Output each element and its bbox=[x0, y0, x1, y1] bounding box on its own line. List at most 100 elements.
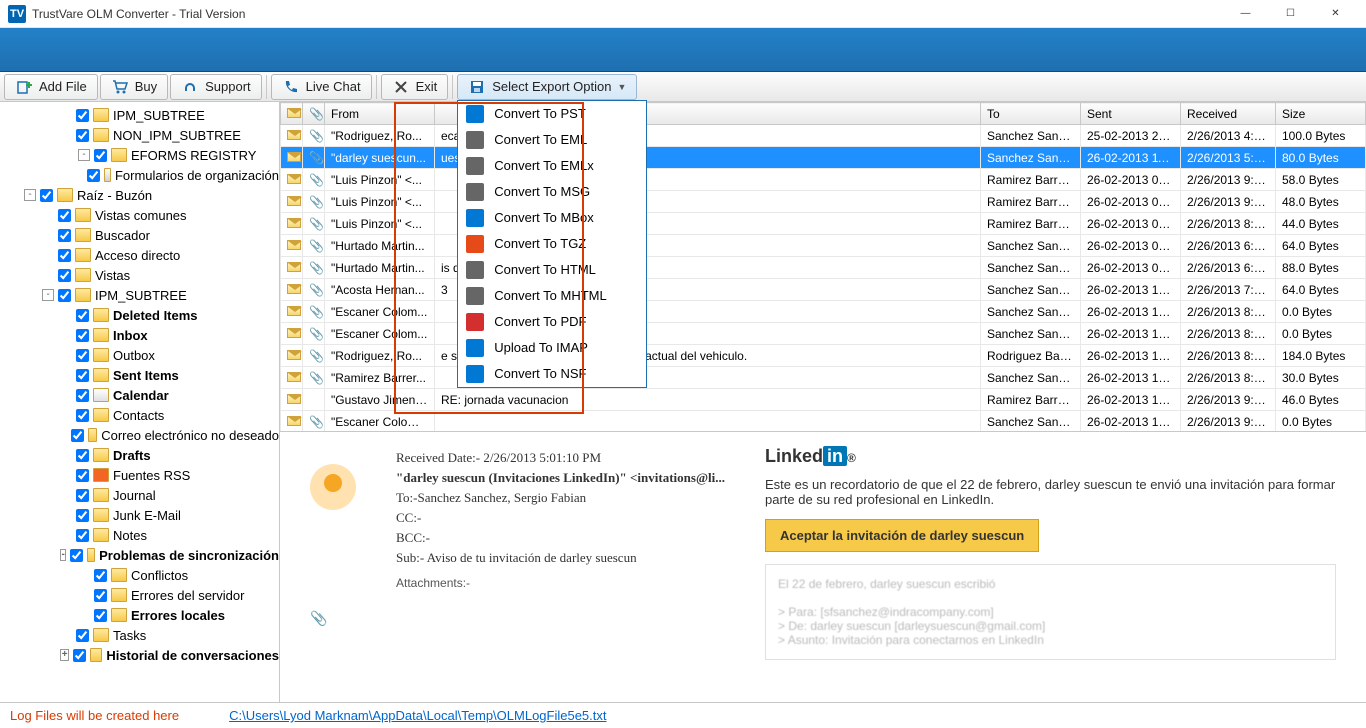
table-row[interactable]: 📎"Rodriguez, Ro...e seguro de responsabi… bbox=[281, 345, 1366, 367]
tree-node[interactable]: Inbox bbox=[6, 325, 279, 345]
tree-checkbox[interactable] bbox=[76, 469, 89, 482]
tree-checkbox[interactable] bbox=[76, 349, 89, 362]
tree-node[interactable]: Buscador bbox=[6, 225, 279, 245]
tree-toggle[interactable]: + bbox=[60, 649, 69, 661]
tree-node[interactable]: Contacts bbox=[6, 405, 279, 425]
tree-checkbox[interactable] bbox=[94, 589, 107, 602]
table-row[interactable]: 📎"Hurtado Martin...is de tetanoSanchez S… bbox=[281, 257, 1366, 279]
maximize-button[interactable]: ☐ bbox=[1268, 0, 1313, 28]
tree-checkbox[interactable] bbox=[70, 549, 83, 562]
tree-node[interactable]: Correo electrónico no deseado bbox=[6, 425, 279, 445]
column-header[interactable]: Received bbox=[1181, 103, 1276, 125]
table-row[interactable]: 📎"Escaner Colom...Sanchez Sanche...26-02… bbox=[281, 301, 1366, 323]
tree-checkbox[interactable] bbox=[76, 309, 89, 322]
tree-node[interactable]: -IPM_SUBTREE bbox=[6, 285, 279, 305]
tree-checkbox[interactable] bbox=[76, 129, 89, 142]
tree-node[interactable]: Conflictos bbox=[6, 565, 279, 585]
table-row[interactable]: 📎"Hurtado Martin...Sanchez Sanche...26-0… bbox=[281, 235, 1366, 257]
export-option[interactable]: Convert To PDF bbox=[458, 309, 646, 335]
tree-checkbox[interactable] bbox=[40, 189, 53, 202]
tree-node[interactable]: IPM_SUBTREE bbox=[6, 105, 279, 125]
tree-checkbox[interactable] bbox=[76, 529, 89, 542]
table-row[interactable]: 📎"Rodriguez, Ro...ecate en alturas.Sanch… bbox=[281, 125, 1366, 147]
export-option[interactable]: Convert To EML bbox=[458, 127, 646, 153]
column-header[interactable]: Sent bbox=[1081, 103, 1181, 125]
buy-button[interactable]: Buy bbox=[100, 74, 168, 100]
column-header[interactable]: 📎 bbox=[303, 103, 325, 125]
tree-checkbox[interactable] bbox=[58, 249, 71, 262]
add-file-button[interactable]: Add File bbox=[4, 74, 98, 100]
export-option[interactable]: Upload To IMAP bbox=[458, 335, 646, 361]
tree-node[interactable]: Junk E-Mail bbox=[6, 505, 279, 525]
tree-node[interactable]: -Problemas de sincronización bbox=[6, 545, 279, 565]
column-header[interactable]: To bbox=[981, 103, 1081, 125]
tree-checkbox[interactable] bbox=[76, 389, 89, 402]
table-row[interactable]: 📎"Ramirez Barrer...Sanchez Sanche...26-0… bbox=[281, 367, 1366, 389]
tree-checkbox[interactable] bbox=[76, 329, 89, 342]
tree-checkbox[interactable] bbox=[76, 409, 89, 422]
email-grid-wrap[interactable]: 📎FromToSentReceivedSize 📎"Rodriguez, Ro.… bbox=[280, 102, 1366, 432]
tree-node[interactable]: Errores locales bbox=[6, 605, 279, 625]
table-row[interactable]: 📎"Acosta Hernan...3Sanchez Sanche...26-0… bbox=[281, 279, 1366, 301]
log-file-path[interactable]: C:\Users\Lyod Marknam\AppData\Local\Temp… bbox=[229, 708, 606, 723]
select-export-option-button[interactable]: Select Export Option ▼ bbox=[457, 74, 637, 100]
export-option[interactable]: Convert To NSF bbox=[458, 361, 646, 387]
export-option[interactable]: Convert To TGZ bbox=[458, 231, 646, 257]
tree-node[interactable]: NON_IPM_SUBTREE bbox=[6, 125, 279, 145]
tree-node[interactable]: Calendar bbox=[6, 385, 279, 405]
export-option[interactable]: Convert To HTML bbox=[458, 257, 646, 283]
tree-node[interactable]: Outbox bbox=[6, 345, 279, 365]
export-option[interactable]: Convert To EMLx bbox=[458, 153, 646, 179]
table-row[interactable]: 📎"Luis Pinzon" <...Ramirez Barrera, ...2… bbox=[281, 191, 1366, 213]
tree-checkbox[interactable] bbox=[87, 169, 100, 182]
tree-node[interactable]: Acceso directo bbox=[6, 245, 279, 265]
tree-checkbox[interactable] bbox=[94, 569, 107, 582]
tree-node[interactable]: Fuentes RSS bbox=[6, 465, 279, 485]
tree-node[interactable]: Tasks bbox=[6, 625, 279, 645]
tree-checkbox[interactable] bbox=[73, 649, 86, 662]
table-row[interactable]: 📎"Escaner Colom...Sanchez Sanche...26-02… bbox=[281, 323, 1366, 345]
tree-checkbox[interactable] bbox=[76, 449, 89, 462]
tree-checkbox[interactable] bbox=[58, 209, 71, 222]
tree-toggle[interactable]: - bbox=[24, 189, 36, 201]
tree-checkbox[interactable] bbox=[76, 369, 89, 382]
tree-toggle[interactable]: - bbox=[78, 149, 90, 161]
tree-node[interactable]: Sent Items bbox=[6, 365, 279, 385]
column-header[interactable] bbox=[281, 103, 303, 125]
table-row[interactable]: 📎"Luis Pinzon" <...Ramirez Barrera, ...2… bbox=[281, 169, 1366, 191]
tree-checkbox[interactable] bbox=[94, 609, 107, 622]
tree-checkbox[interactable] bbox=[58, 269, 71, 282]
tree-node[interactable]: +Historial de conversaciones bbox=[6, 645, 279, 665]
exit-button[interactable]: Exit bbox=[381, 74, 449, 100]
tree-node[interactable]: Notes bbox=[6, 525, 279, 545]
support-button[interactable]: Support bbox=[170, 74, 262, 100]
tree-checkbox[interactable] bbox=[58, 229, 71, 242]
tree-node[interactable]: Formularios de organización bbox=[6, 165, 279, 185]
tree-checkbox[interactable] bbox=[76, 509, 89, 522]
tree-checkbox[interactable] bbox=[76, 109, 89, 122]
tree-checkbox[interactable] bbox=[71, 429, 84, 442]
minimize-button[interactable]: — bbox=[1223, 0, 1268, 28]
table-row[interactable]: 📎"Escaner Colomb...Sanchez Sanche...26-0… bbox=[281, 411, 1366, 433]
export-option[interactable]: Convert To MSG bbox=[458, 179, 646, 205]
tree-node[interactable]: Vistas bbox=[6, 265, 279, 285]
tree-node[interactable]: Journal bbox=[6, 485, 279, 505]
tree-toggle[interactable]: - bbox=[60, 549, 66, 561]
table-row[interactable]: "Gustavo Jimene...RE: jornada vacunacion… bbox=[281, 389, 1366, 411]
tree-node[interactable]: -Raíz - Buzón bbox=[6, 185, 279, 205]
column-header[interactable]: From bbox=[325, 103, 435, 125]
tree-node[interactable]: Drafts bbox=[6, 445, 279, 465]
folder-tree[interactable]: IPM_SUBTREENON_IPM_SUBTREE-EFORMS REGIST… bbox=[0, 102, 280, 702]
export-option[interactable]: Convert To PST bbox=[458, 101, 646, 127]
export-option[interactable]: Convert To MHTML bbox=[458, 283, 646, 309]
tree-node[interactable]: -EFORMS REGISTRY bbox=[6, 145, 279, 165]
tree-node[interactable]: Deleted Items bbox=[6, 305, 279, 325]
export-option[interactable]: Convert To MBox bbox=[458, 205, 646, 231]
tree-checkbox[interactable] bbox=[76, 629, 89, 642]
tree-toggle[interactable]: - bbox=[42, 289, 54, 301]
tree-node[interactable]: Errores del servidor bbox=[6, 585, 279, 605]
table-row[interactable]: 📎"Luis Pinzon" <...Ramirez Barrera, ...2… bbox=[281, 213, 1366, 235]
tree-checkbox[interactable] bbox=[76, 489, 89, 502]
tree-checkbox[interactable] bbox=[58, 289, 71, 302]
tree-checkbox[interactable] bbox=[94, 149, 107, 162]
